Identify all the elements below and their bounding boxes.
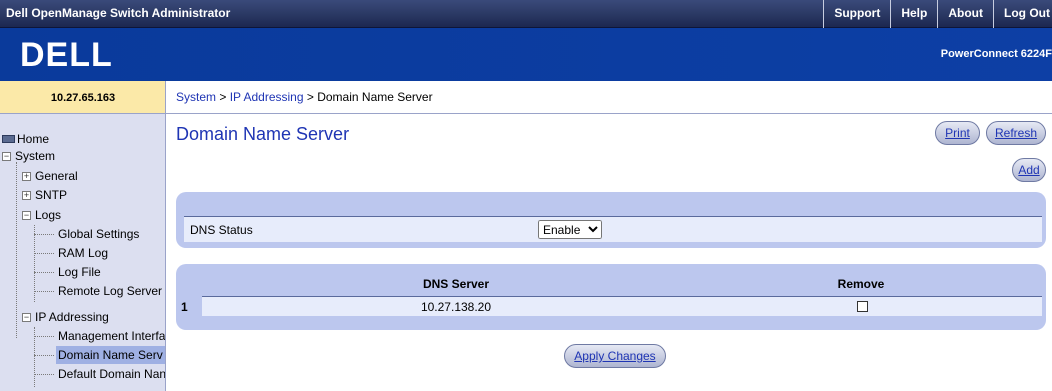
collapse-icon[interactable]: −	[22, 211, 31, 220]
top-nav: Support Help About Log Out	[823, 0, 1052, 28]
tree-item-home[interactable]: Home	[2, 130, 49, 148]
breadcrumb: System > IP Addressing > Domain Name Ser…	[166, 81, 1052, 114]
dell-logo: DELL	[20, 36, 113, 74]
apply-changes-button[interactable]: Apply Changes	[564, 344, 666, 368]
dns-status-select[interactable]: Enable	[538, 220, 602, 239]
expand-icon[interactable]: +	[22, 191, 31, 200]
dns-server-value: 10.27.138.20	[420, 300, 492, 314]
tree-item-ram-log[interactable]: RAM Log	[58, 244, 108, 262]
dell-logo-text: DELL	[20, 36, 113, 74]
table-row: 10.27.138.20	[202, 296, 1042, 316]
ip-box: 10.27.65.163	[0, 81, 166, 114]
model-name: PowerConnect 6224F	[940, 48, 1052, 60]
tree-item-sntp-label: SNTP	[35, 188, 68, 202]
collapse-icon[interactable]: −	[22, 313, 31, 322]
support-link[interactable]: Support	[823, 0, 890, 28]
dns-status-row: DNS Status Enable	[184, 216, 1042, 242]
ip-address: 10.27.65.163	[50, 92, 116, 104]
tree-item-global-settings[interactable]: Global Settings	[58, 225, 139, 243]
nav-tree: Home − System + General + SNTP − Logs Global…	[0, 114, 166, 391]
breadcrumb-separator: >	[303, 90, 318, 104]
tree-item-logs-label: Logs	[35, 208, 62, 222]
tree-item-ip-addressing[interactable]: − IP Addressing	[22, 308, 109, 326]
tree-item-ip-addressing-label: IP Addressing	[35, 310, 109, 324]
about-link[interactable]: About	[937, 0, 993, 28]
tree-item-sntp[interactable]: + SNTP	[22, 186, 67, 204]
help-link[interactable]: Help	[890, 0, 937, 28]
home-icon	[2, 135, 15, 143]
remove-checkbox[interactable]	[857, 301, 868, 312]
logout-link[interactable]: Log Out	[993, 0, 1052, 28]
top-bar: Dell OpenManage Switch Administrator Sup…	[0, 0, 1052, 28]
breadcrumb-current: Domain Name Server	[317, 90, 433, 104]
tree-item-system-label: System	[15, 149, 56, 163]
tree-item-management-interface[interactable]: Management Interfa	[58, 327, 165, 345]
dns-status-label: DNS Status	[190, 223, 253, 237]
row-index: 1	[181, 300, 188, 314]
page-title: Domain Name Server	[176, 124, 350, 144]
tree-item-remote-log-server[interactable]: Remote Log Server	[58, 282, 162, 300]
tree-item-logs[interactable]: − Logs	[22, 206, 61, 224]
print-button[interactable]: Print	[935, 121, 980, 145]
tree-item-general[interactable]: + General	[22, 167, 78, 185]
app-title: Dell OpenManage Switch Administrator	[6, 6, 231, 20]
tree-item-home-label: Home	[17, 132, 50, 146]
refresh-button[interactable]: Refresh	[986, 121, 1046, 145]
breadcrumb-system[interactable]: System	[176, 90, 216, 104]
dns-status-panel: DNS Status Enable	[176, 192, 1046, 248]
add-button[interactable]: Add	[1012, 158, 1046, 182]
banner: DELL PowerConnect 6224F	[0, 28, 1052, 81]
tree-item-default-domain-name[interactable]: Default Domain Nan	[58, 365, 165, 383]
breadcrumb-ip-addressing[interactable]: IP Addressing	[230, 90, 304, 104]
expand-icon[interactable]: +	[22, 172, 31, 181]
table-header: DNS Server Remove	[176, 264, 1046, 295]
tree-item-domain-name-server[interactable]: Domain Name Serv	[56, 346, 165, 364]
breadcrumb-separator: >	[216, 90, 230, 104]
tree-item-general-label: General	[35, 169, 78, 183]
column-header-dns-server: DNS Server	[422, 277, 490, 291]
dns-server-table: DNS Server Remove 10.27.138.20 1	[176, 264, 1046, 330]
collapse-icon[interactable]: −	[2, 152, 11, 161]
column-header-remove: Remove	[837, 277, 885, 291]
tree-item-log-file[interactable]: Log File	[58, 263, 101, 281]
tree-item-system[interactable]: − System	[2, 147, 55, 165]
